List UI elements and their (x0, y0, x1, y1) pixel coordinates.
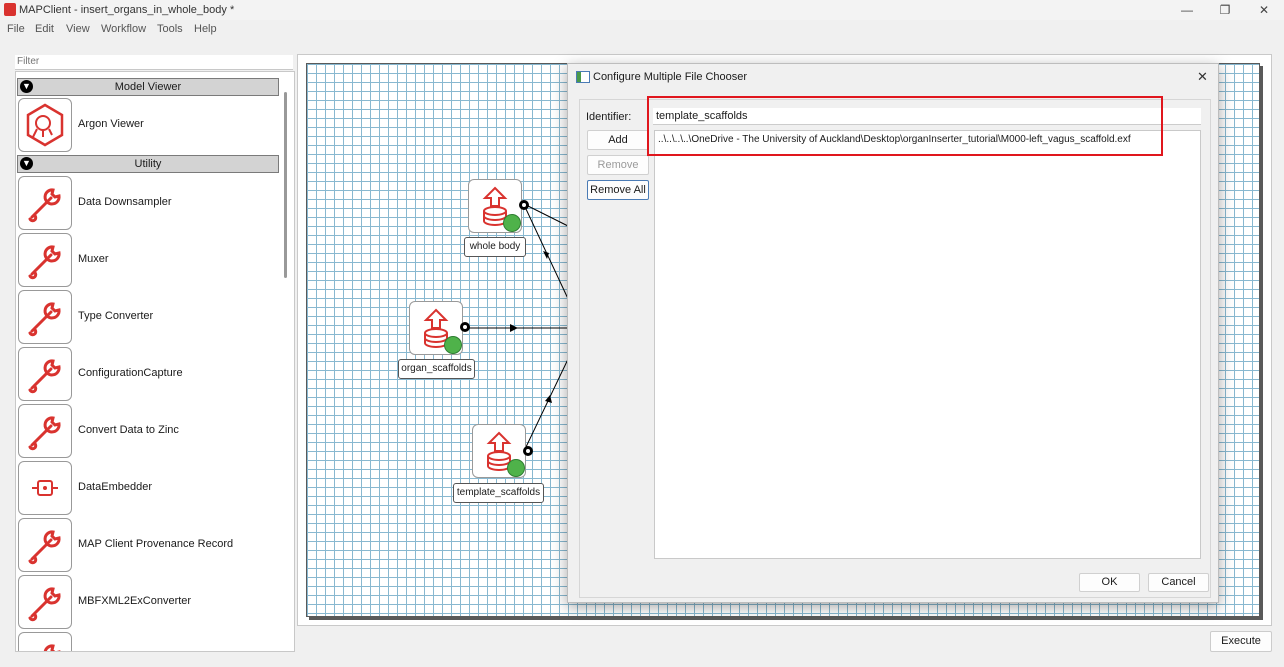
status-badge (444, 336, 462, 354)
remove-button[interactable]: Remove (587, 155, 649, 175)
step-label: Muxer (78, 253, 109, 265)
identifier-label: Identifier: (586, 111, 632, 123)
file-list[interactable]: ..\..\..\..\OneDrive - The University of… (654, 130, 1201, 559)
collapse-icon: ▼ (20, 80, 33, 93)
category-model-viewer[interactable]: ▼ Model Viewer (17, 78, 279, 96)
step-type-converter[interactable]: Type Converter (18, 290, 278, 344)
menu-workflow[interactable]: Workflow (101, 23, 146, 35)
step-label: Convert Data to Zinc (78, 424, 179, 436)
collapse-icon: ▼ (20, 157, 33, 170)
filter-field (15, 55, 293, 70)
wrench-icon (18, 347, 72, 401)
step-label: ConfigurationCapture (78, 367, 183, 379)
window-title: MAPClient - insert_organs_in_whole_body … (19, 4, 235, 16)
menu-help[interactable]: Help (194, 23, 217, 35)
remove-all-button[interactable]: Remove All (587, 180, 649, 200)
wrench-icon (18, 233, 72, 287)
wrench-icon (18, 518, 72, 572)
wrench-icon (18, 632, 72, 651)
embed-icon (18, 461, 72, 515)
step-configuration-capture[interactable]: ConfigurationCapture (18, 347, 278, 401)
node-label: organ_scaffolds (398, 359, 475, 379)
step-mbfxml2ex-converter[interactable]: MBFXML2ExConverter (18, 575, 278, 629)
palette-scrollbar[interactable] (284, 92, 287, 278)
title-bar: MAPClient - insert_organs_in_whole_body … (0, 0, 1284, 20)
output-port[interactable] (460, 322, 470, 332)
step-argon-viewer[interactable]: Argon Viewer (18, 98, 278, 152)
step-palette: ▼ Model Viewer Argon Viewer ▼ Utility Da… (15, 71, 295, 652)
step-data-embedder[interactable]: DataEmbedder (18, 461, 278, 515)
dialog-title: Configure Multiple File Chooser (593, 71, 748, 83)
category-label: Utility (134, 158, 162, 170)
step-provenance-record[interactable]: MAP Client Provenance Record (18, 518, 278, 572)
add-button[interactable]: Add (587, 130, 649, 150)
menu-bar: File Edit View Workflow Tools Help (0, 20, 1284, 38)
node-label: whole body (464, 237, 526, 257)
step-partial[interactable] (18, 632, 278, 651)
menu-view[interactable]: View (66, 23, 90, 35)
app-icon (4, 3, 16, 16)
maximize-button[interactable]: ❐ (1210, 2, 1240, 18)
execute-button[interactable]: Execute (1210, 631, 1272, 652)
argon-viewer-icon (18, 98, 72, 152)
status-badge (503, 214, 521, 232)
output-port[interactable] (523, 446, 533, 456)
minimize-button[interactable]: — (1172, 2, 1202, 18)
step-label: MBFXML2ExConverter (78, 595, 192, 607)
output-port[interactable] (519, 200, 529, 210)
wrench-icon (18, 176, 72, 230)
category-label: Model Viewer (114, 81, 182, 93)
node-label: template_scaffolds (453, 483, 544, 503)
step-label: Data Downsampler (78, 196, 172, 208)
step-label: MAP Client Provenance Record (78, 538, 234, 550)
status-badge (507, 459, 525, 477)
menu-tools[interactable]: Tools (157, 23, 183, 35)
dialog-window-icon (576, 71, 590, 83)
step-label: Argon Viewer (78, 118, 144, 130)
cancel-button[interactable]: Cancel (1148, 573, 1209, 592)
wrench-icon (18, 575, 72, 629)
filter-input[interactable] (15, 55, 289, 68)
dialog-close-icon[interactable]: ✕ (1197, 69, 1208, 85)
category-utility[interactable]: ▼ Utility (17, 155, 279, 173)
step-label: Type Converter (78, 310, 154, 322)
close-button[interactable]: ✕ (1249, 2, 1279, 18)
wrench-icon (18, 404, 72, 458)
ok-button[interactable]: OK (1079, 573, 1140, 592)
menu-file[interactable]: File (7, 23, 25, 35)
wrench-icon (18, 290, 72, 344)
menu-edit[interactable]: Edit (35, 23, 54, 35)
step-convert-data-to-zinc[interactable]: Convert Data to Zinc (18, 404, 278, 458)
highlight-box (647, 96, 1163, 156)
step-label: DataEmbedder (78, 481, 152, 493)
step-data-downsampler[interactable]: Data Downsampler (18, 176, 278, 230)
step-muxer[interactable]: Muxer (18, 233, 278, 287)
